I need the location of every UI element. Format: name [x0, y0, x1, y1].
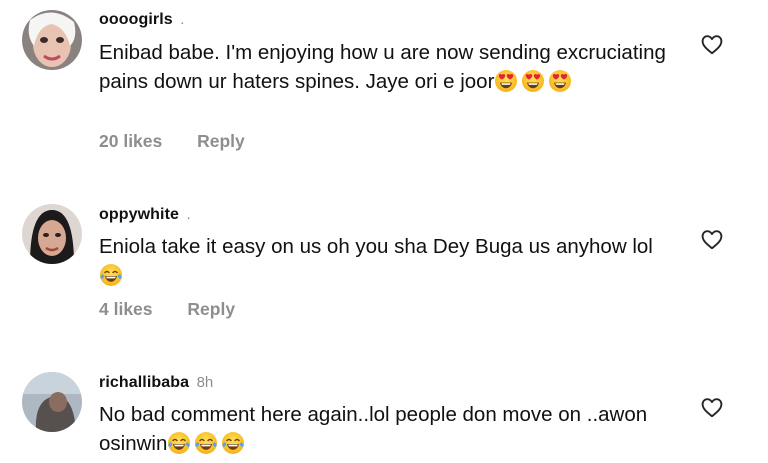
- tears-of-joy-emoji: [194, 431, 218, 463]
- comment-item: richallibaba 8h No bad comment here agai…: [0, 0, 768, 455]
- comment-text: No bad comment here again..lol people do…: [99, 400, 679, 463]
- comment-meta: richallibaba 8h: [99, 373, 213, 393]
- tears-of-joy-emoji: [221, 431, 245, 463]
- username[interactable]: richallibaba: [99, 374, 189, 391]
- avatar[interactable]: [22, 372, 82, 432]
- tears-of-joy-emoji: [167, 431, 191, 463]
- timestamp: 8h: [196, 374, 214, 391]
- heart-outline-icon[interactable]: [700, 396, 724, 418]
